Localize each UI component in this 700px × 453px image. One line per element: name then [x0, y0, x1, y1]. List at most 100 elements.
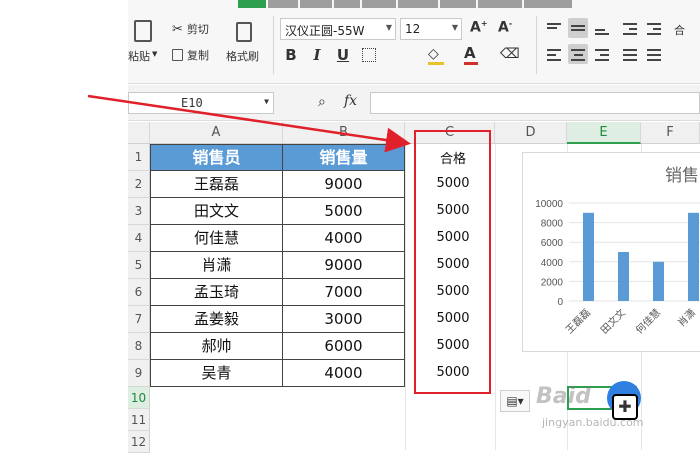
border-button[interactable] [362, 48, 376, 62]
y-tick-label: 0 [557, 297, 563, 308]
x-tick-label: 何佳慧 [633, 306, 663, 336]
table-cell[interactable]: 9000 [283, 171, 405, 198]
name-box-value: E10 [181, 96, 203, 110]
table-cell[interactable]: 6000 [283, 333, 405, 360]
watermark-logo: Baid [536, 384, 591, 409]
justify-button[interactable] [620, 44, 640, 64]
row-header-5[interactable]: 5 [128, 252, 150, 279]
cut-label: 剪切 [186, 23, 209, 36]
paste-dropdown-icon: ▼ [152, 50, 158, 58]
font-color-button[interactable]: A [464, 44, 478, 65]
format-painter-label: 格式刷 [226, 50, 259, 63]
bold-button[interactable]: B [282, 46, 300, 64]
font-size-value: 12 [405, 22, 421, 36]
font-name-select[interactable]: 汉仪正圆-55W ▼ [280, 18, 396, 40]
paste-label: 粘贴 [128, 50, 150, 63]
copy-label: 复制 [187, 49, 209, 62]
table-cell[interactable]: 4000 [283, 360, 405, 387]
indent-increase-button[interactable] [644, 18, 664, 38]
shrink-font-button[interactable]: A- [498, 19, 512, 36]
column-header-b[interactable]: B [283, 122, 405, 144]
chevron-down-icon: ▼ [264, 97, 269, 106]
table-cell[interactable]: 何佳慧 [150, 225, 283, 252]
quick-analysis-button[interactable]: ▤▾ [500, 390, 530, 412]
paste-button[interactable]: 粘贴 ▼ [128, 18, 164, 64]
align-right-button[interactable] [592, 44, 612, 64]
clipboard-icon [134, 20, 152, 42]
chart-bar [583, 212, 594, 301]
underline-button[interactable]: U [334, 46, 352, 64]
clear-format-button[interactable]: ⌫ [500, 46, 520, 62]
cut-button[interactable]: ✂ 剪切 [172, 20, 209, 38]
row-header-2[interactable]: 2 [128, 171, 150, 198]
row-header-3[interactable]: 3 [128, 198, 150, 225]
row-header-11[interactable]: 11 [128, 409, 150, 431]
chart-title: 销售 [665, 166, 699, 185]
italic-button[interactable]: I [308, 46, 326, 64]
distributed-button[interactable] [644, 44, 664, 64]
table-cell[interactable]: 郝帅 [150, 333, 283, 360]
y-tick-label: 2000 [541, 277, 564, 288]
row-header-1[interactable]: 1 [128, 144, 150, 171]
fx-button[interactable]: fx [344, 93, 357, 109]
sales-chart[interactable]: 销售 10000 8000 6000 4000 2000 0 王磊磊 田文文 何佳慧 肖潇 [522, 152, 700, 352]
name-box[interactable]: E10 ▼ [128, 92, 274, 114]
y-tick-label: 8000 [541, 219, 564, 230]
row-header-8[interactable]: 8 [128, 333, 150, 360]
chart-bar [618, 252, 629, 301]
table-cell[interactable]: 王磊磊 [150, 171, 283, 198]
copy-icon [172, 49, 183, 61]
row-header-7[interactable]: 7 [128, 306, 150, 333]
align-middle-button[interactable] [568, 18, 588, 38]
table-cell[interactable]: 田文文 [150, 198, 283, 225]
highlight-box [414, 130, 491, 394]
fill-color-button[interactable]: ◇ [428, 46, 444, 65]
table-cell[interactable]: 4000 [283, 225, 405, 252]
move-cursor-icon: ✚ [612, 394, 638, 420]
table-cell[interactable]: 7000 [283, 279, 405, 306]
formula-input[interactable] [370, 92, 700, 114]
table-cell[interactable]: 9000 [283, 252, 405, 279]
indent-decrease-button[interactable] [620, 18, 640, 38]
format-painter-button[interactable]: 格式刷 [226, 18, 266, 64]
grow-font-button[interactable]: A+ [470, 19, 488, 36]
column-header-d[interactable]: D [495, 122, 567, 144]
table-cell[interactable]: 孟姜毅 [150, 306, 283, 333]
align-bottom-button[interactable] [592, 18, 612, 38]
scissors-icon: ✂ [172, 21, 183, 37]
table-cell[interactable]: 5000 [283, 198, 405, 225]
row-header-6[interactable]: 6 [128, 279, 150, 306]
align-left-button[interactable] [544, 44, 564, 64]
align-center-button[interactable] [568, 44, 588, 64]
row-header-10[interactable]: 10 [128, 387, 150, 409]
column-header-e[interactable]: E [567, 122, 641, 144]
font-size-select[interactable]: 12 ▼ [400, 18, 462, 40]
chevron-down-icon: ▼ [385, 23, 392, 32]
ribbon-toolbar: 粘贴 ▼ ✂ 剪切 复制 格式刷 汉仪正圆-55W ▼ 12 ▼ A+ A- B I… [128, 0, 700, 84]
y-tick-label: 6000 [541, 238, 564, 249]
row-header-9[interactable]: 9 [128, 360, 150, 387]
bar-chart-svg: 销售 10000 8000 6000 4000 2000 0王磊磊 田文文 何佳慧 肖潇 [535, 166, 700, 337]
merge-cells-button[interactable]: 合 [674, 22, 700, 68]
brush-icon [236, 22, 252, 42]
table-header-cell[interactable]: 销售员 [150, 144, 283, 171]
table-cell[interactable]: 吴青 [150, 360, 283, 387]
left-margin [0, 0, 128, 450]
table-cell[interactable]: 3000 [283, 306, 405, 333]
chart-bar [688, 212, 699, 301]
x-tick-label: 肖潇 [675, 306, 698, 329]
zoom-icon[interactable]: ⌕ [318, 94, 326, 110]
table-cell[interactable]: 肖潇 [150, 252, 283, 279]
x-tick-label: 田文文 [598, 306, 628, 336]
column-header-f[interactable]: F [641, 122, 700, 144]
copy-button[interactable]: 复制 [172, 46, 209, 64]
table-cell[interactable]: 孟玉琦 [150, 279, 283, 306]
row-header-4[interactable]: 4 [128, 225, 150, 252]
menu-tabs-strip [238, 0, 698, 8]
merge-label: 合 [674, 24, 685, 37]
x-tick-label: 王磊磊 [563, 307, 593, 337]
corner-select-all[interactable] [128, 122, 150, 144]
column-header-a[interactable]: A [150, 122, 283, 144]
table-header-cell[interactable]: 销售量 [283, 144, 405, 171]
align-top-button[interactable] [544, 18, 564, 38]
